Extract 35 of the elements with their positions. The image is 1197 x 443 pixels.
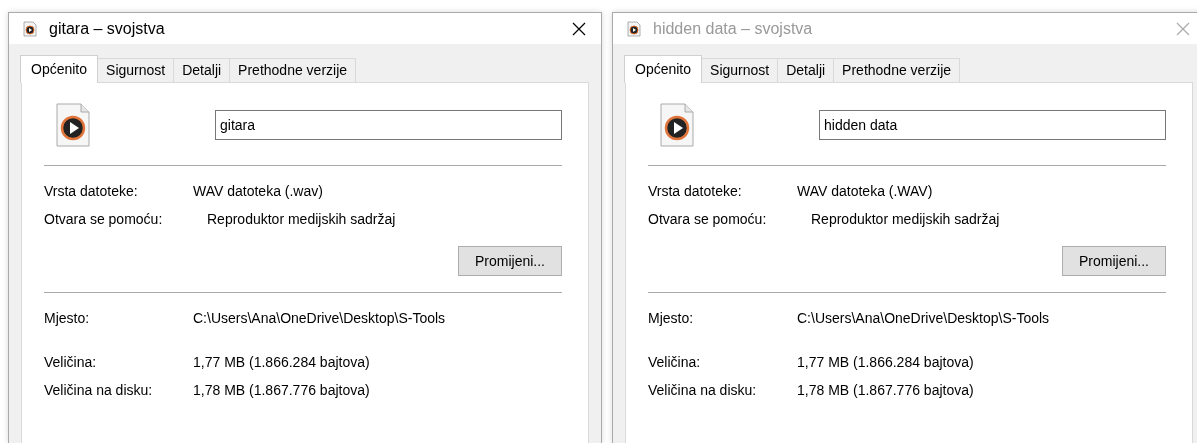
property-label: Veličina: (648, 354, 702, 370)
tab[interactable]: Općenito (20, 55, 99, 83)
property-label: Veličina na disku: (648, 382, 758, 398)
property-value: 1,78 MB (1.867.776 bajtova) (193, 382, 370, 398)
property-label: Mjesto: (44, 310, 91, 326)
tab[interactable]: Općenito (624, 55, 703, 83)
window-title: hidden data – svojstva (653, 19, 814, 38)
file-name-field[interactable]: gitara (215, 110, 562, 140)
property-value: Reproduktor medijskih sadržaj (206, 211, 396, 227)
media-file-icon (660, 103, 694, 147)
property-value: C:\Users\Ana\OneDrive\Desktop\S-Tools (193, 310, 446, 326)
property-value: WAV datoteka (.WAV) (797, 183, 933, 199)
property-label: Otvara se pomoću: (648, 211, 768, 227)
media-file-icon (23, 20, 37, 37)
property-value: 1,77 MB (1.866.284 bajtova) (193, 354, 370, 370)
property-label: Vrsta datoteke: (648, 183, 743, 199)
property-value: WAV datoteka (.wav) (193, 183, 323, 199)
property-value: 1,77 MB (1.866.284 bajtova) (797, 354, 974, 370)
change-button[interactable]: Promijeni... (1061, 246, 1166, 276)
property-label: Veličina: (44, 354, 98, 370)
property-label: Vrsta datoteke: (44, 183, 139, 199)
tab[interactable]: Prethodne verzije (833, 58, 961, 82)
property-label: Otvara se pomoću: (44, 211, 164, 227)
change-button[interactable]: Promijeni... (457, 246, 562, 276)
property-label: Mjesto: (648, 310, 695, 326)
file-name-field[interactable]: hidden data (819, 110, 1166, 140)
property-value: C:\Users\Ana\OneDrive\Desktop\S-Tools (797, 310, 1050, 326)
tab[interactable]: Prethodne verzije (229, 58, 357, 82)
media-file-icon (56, 103, 90, 147)
property-value: 1,78 MB (1.867.776 bajtova) (797, 382, 974, 398)
close-icon[interactable] (571, 20, 587, 37)
property-label: Veličina na disku: (44, 382, 154, 398)
window-title: gitara – svojstva (49, 19, 166, 38)
media-file-icon (627, 20, 641, 37)
property-value: Reproduktor medijskih sadržaj (810, 211, 1000, 227)
